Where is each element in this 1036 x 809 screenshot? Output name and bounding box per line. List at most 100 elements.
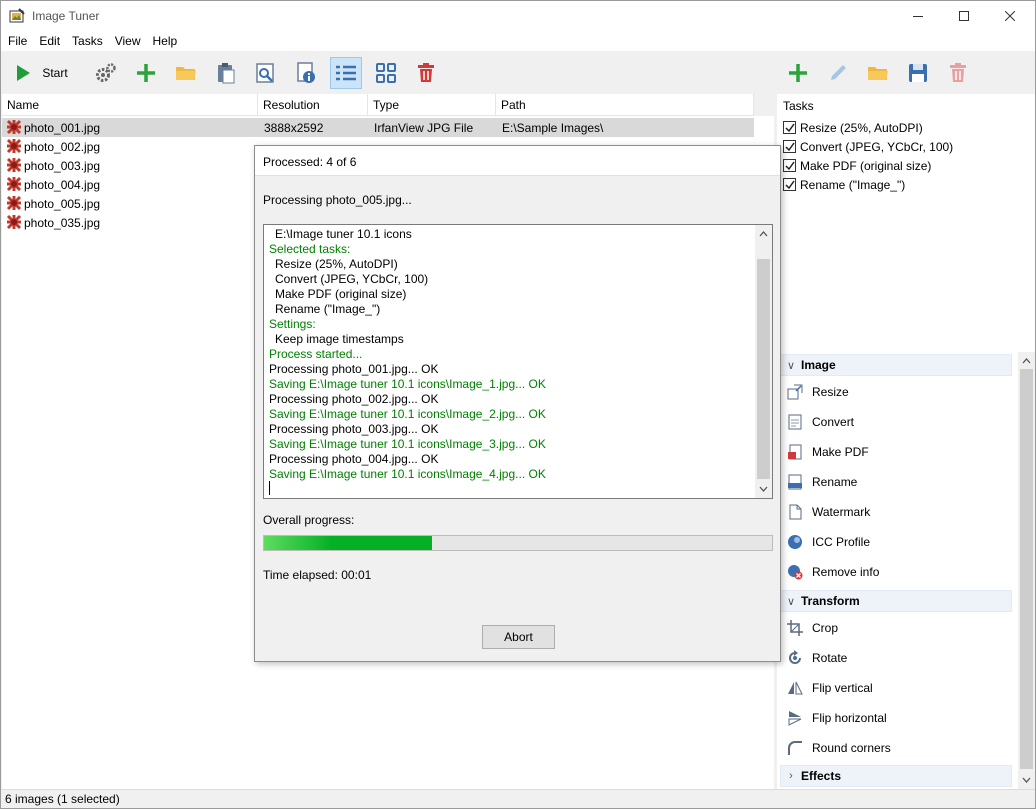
title-bar: Image Tuner: [1, 1, 1035, 31]
log-textbox[interactable]: E:\Image tuner 10.1 icons Selected tasks:…: [263, 224, 773, 499]
column-header-type[interactable]: Type: [368, 94, 496, 116]
abort-button[interactable]: Abort: [482, 625, 555, 649]
log-line: Saving E:\Image tuner 10.1 icons\Image_1…: [269, 377, 546, 391]
task-checkbox[interactable]: [783, 140, 796, 153]
task-label: Make PDF (original size): [800, 158, 932, 173]
action-round-corners[interactable]: Round corners: [787, 738, 891, 758]
column-header-name[interactable]: Name: [2, 94, 258, 116]
task-label: Rename ("Image_"): [800, 177, 906, 192]
maximize-button[interactable]: [941, 1, 987, 31]
action-rename[interactable]: Rename: [787, 472, 857, 492]
folder-icon: [176, 67, 196, 80]
log-line: Rename ("Image_"): [275, 302, 381, 316]
actions-scrollbar[interactable]: [1018, 352, 1035, 789]
add-images-button[interactable]: [132, 59, 160, 87]
task-item[interactable]: Convert (JPEG, YCbCr, 100): [783, 137, 953, 156]
jpg-file-icon: [6, 119, 22, 135]
preview-button[interactable]: [252, 59, 280, 87]
details-view-button[interactable]: [330, 57, 362, 89]
action-rotate[interactable]: Rotate: [787, 648, 847, 668]
task-checkbox[interactable]: [783, 121, 796, 134]
task-item[interactable]: Resize (25%, AutoDPI): [783, 118, 923, 137]
action-label: Make PDF: [812, 445, 869, 459]
delete-task-button[interactable]: [944, 59, 972, 87]
action-flip-horizontal[interactable]: Flip horizontal: [787, 708, 887, 728]
action-crop[interactable]: Crop: [787, 618, 838, 638]
remove-images-button[interactable]: [412, 59, 440, 87]
group-title: Image: [801, 358, 836, 372]
convert-icon: [788, 414, 802, 430]
properties-button[interactable]: [292, 59, 320, 87]
round-corners-icon: [788, 741, 802, 755]
column-header-path[interactable]: Path: [496, 94, 754, 116]
task-label: Convert (JPEG, YCbCr, 100): [800, 139, 954, 154]
flip-vertical-icon: [788, 681, 803, 695]
crop-icon: [787, 620, 803, 636]
action-convert[interactable]: Convert: [787, 412, 854, 432]
clipboard-icon: [218, 63, 235, 84]
remove-info-icon: [788, 565, 803, 580]
column-header-resolution[interactable]: Resolution: [258, 94, 368, 116]
scroll-thumb[interactable]: [1020, 369, 1033, 769]
settings-button[interactable]: [92, 59, 120, 87]
status-bar: 6 images (1 selected): [1, 789, 1035, 808]
action-flip-vertical[interactable]: Flip vertical: [787, 678, 873, 698]
action-resize[interactable]: Resize: [787, 382, 849, 402]
add-folder-button[interactable]: [172, 59, 200, 87]
minimize-button[interactable]: [895, 1, 941, 31]
group-title: Transform: [801, 594, 860, 608]
jpg-file-icon: [6, 157, 22, 173]
file-row[interactable]: photo_001.jpg 3888x2592 IrfanView JPG Fi…: [2, 118, 754, 137]
plus-icon: [137, 64, 155, 82]
group-title: Effects: [801, 769, 842, 783]
thumbnails-view-button[interactable]: [372, 59, 400, 87]
menu-file[interactable]: File: [1, 31, 32, 51]
task-item[interactable]: Rename ("Image_"): [783, 175, 905, 194]
start-label: Start: [42, 66, 68, 80]
icc-profile-icon: [788, 535, 802, 549]
log-line: Settings:: [269, 317, 316, 331]
start-button[interactable]: Start: [8, 59, 74, 87]
task-checkbox[interactable]: [783, 178, 796, 191]
task-item[interactable]: Make PDF (original size): [783, 156, 931, 175]
action-make-pdf[interactable]: Make PDF: [787, 442, 869, 462]
progress-dialog: Processed: 4 of 6 Processing photo_005.j…: [254, 145, 781, 662]
log-line: Process started...: [269, 347, 363, 361]
group-header-effects[interactable]: › Effects: [780, 765, 1012, 787]
file-resolution: 3888x2592: [264, 121, 324, 135]
action-label: ICC Profile: [812, 535, 871, 549]
close-button[interactable]: [987, 1, 1033, 31]
save-tasks-button[interactable]: [904, 59, 932, 87]
zoom-preview-icon: [256, 63, 274, 83]
paste-button[interactable]: [212, 59, 240, 87]
menu-bar: File Edit Tasks View Help: [1, 31, 1035, 51]
action-remove-info[interactable]: Remove info: [787, 562, 879, 582]
log-line: Selected tasks:: [269, 242, 351, 256]
menu-tasks[interactable]: Tasks: [65, 31, 108, 51]
scroll-thumb[interactable]: [757, 259, 770, 479]
menu-view[interactable]: View: [108, 31, 146, 51]
edit-task-button[interactable]: [824, 59, 852, 87]
list-header: Name Resolution Type Path: [2, 94, 774, 116]
plus-icon: [789, 64, 807, 82]
menu-help[interactable]: Help: [146, 31, 183, 51]
log-scrollbar[interactable]: [755, 225, 772, 498]
task-checkbox[interactable]: [783, 159, 796, 172]
resize-icon: [787, 384, 803, 400]
log-line: Saving E:\Image tuner 10.1 icons\Image_2…: [269, 407, 546, 421]
action-watermark[interactable]: Watermark: [787, 502, 870, 522]
action-icc-profile[interactable]: ICC Profile: [787, 532, 870, 552]
group-header-image[interactable]: ∨ Image: [780, 354, 1012, 376]
status-text: 6 images (1 selected): [5, 792, 120, 806]
minimize-icon: [913, 16, 923, 17]
group-header-transform[interactable]: ∨ Transform: [780, 590, 1012, 612]
add-task-button[interactable]: [784, 59, 812, 87]
file-name: photo_035.jpg: [24, 216, 101, 230]
save-icon: [909, 64, 927, 82]
chevron-down-icon: ∨: [786, 595, 796, 608]
action-label: Resize: [812, 385, 849, 399]
rotate-icon: [789, 650, 801, 664]
open-tasks-button[interactable]: [864, 59, 892, 87]
menu-edit[interactable]: Edit: [32, 31, 65, 51]
list-scroll-corner: [754, 94, 774, 116]
